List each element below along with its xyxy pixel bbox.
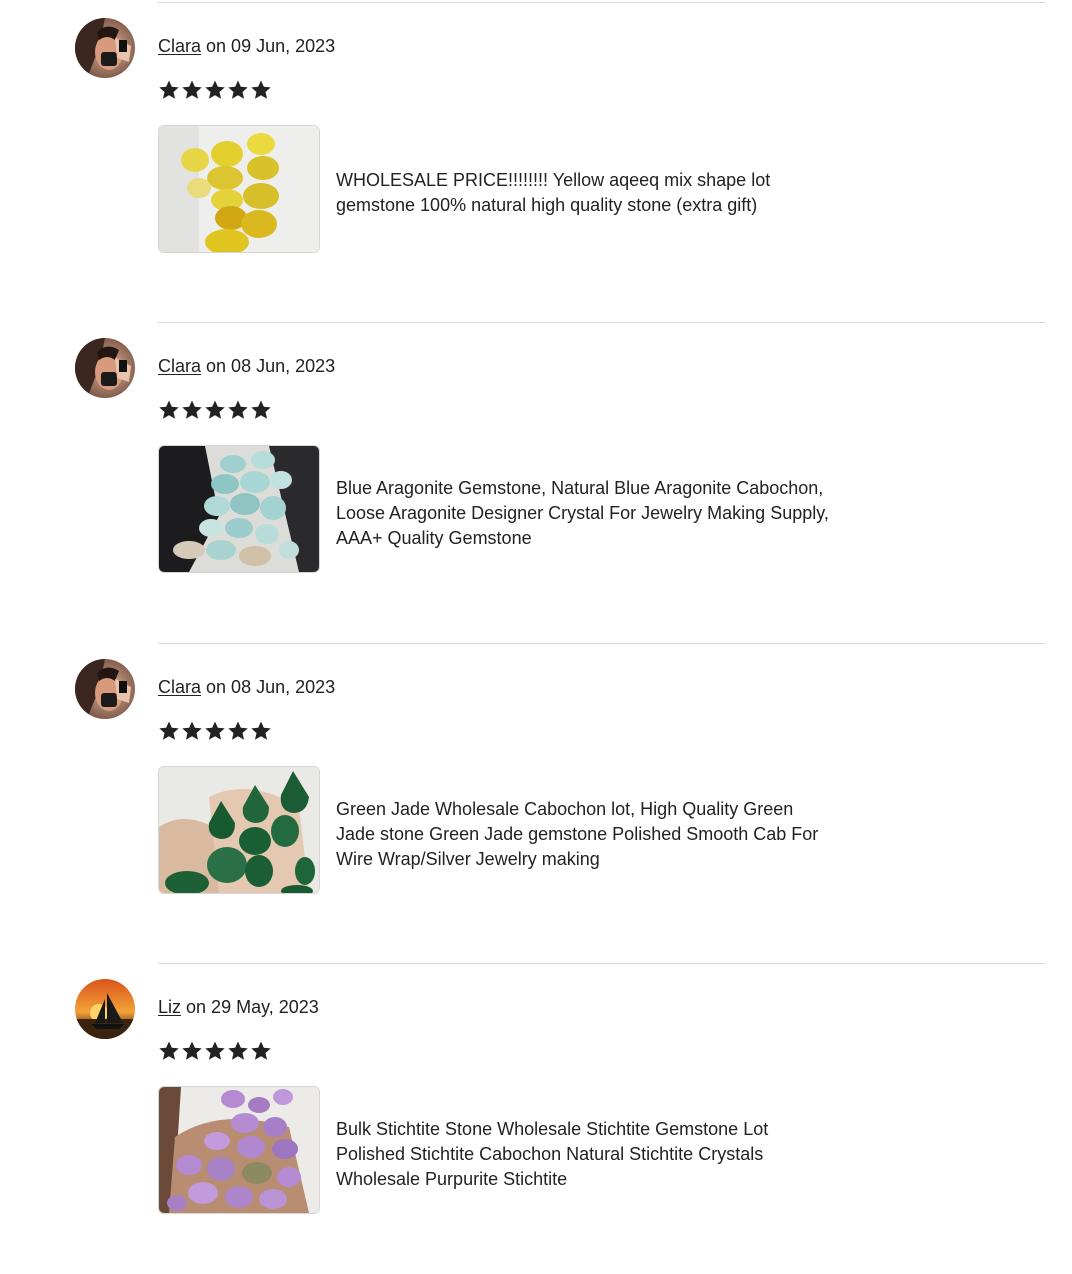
star-icon (250, 716, 272, 746)
review-date: on 08 Jun, 2023 (206, 356, 336, 376)
review-meta: Clara on 08 Jun, 2023 (158, 354, 335, 378)
star-icon (181, 395, 203, 425)
product-title-link[interactable]: WHOLESALE PRICE!!!!!!!! Yellow aqeeq mix… (336, 168, 836, 218)
reviewer-photo-clara-icon (75, 659, 135, 719)
product-thumbnail[interactable] (158, 125, 320, 253)
star-rating (158, 716, 272, 746)
product-thumbnail[interactable] (158, 445, 320, 573)
star-icon (227, 1036, 249, 1066)
star-rating (158, 75, 272, 105)
star-icon (158, 75, 180, 105)
reviewer-photo-clara-icon (75, 338, 135, 398)
star-icon (204, 1036, 226, 1066)
star-icon (158, 1036, 180, 1066)
star-icon (250, 1036, 272, 1066)
review-item: Clara on 08 Jun, 2023 Blue Aragonite Gem… (0, 322, 1072, 643)
star-icon (204, 75, 226, 105)
star-icon (204, 395, 226, 425)
star-icon (158, 395, 180, 425)
review-meta: Liz on 29 May, 2023 (158, 995, 319, 1019)
star-icon (227, 395, 249, 425)
reviewer-avatar[interactable] (75, 979, 135, 1039)
purple-stichtite-stones-photo-icon (159, 1087, 319, 1213)
product-title-link[interactable]: Green Jade Wholesale Cabochon lot, High … (336, 797, 836, 872)
review-date: on 08 Jun, 2023 (206, 677, 336, 697)
review-divider (158, 963, 1045, 964)
star-icon (181, 1036, 203, 1066)
star-icon (181, 75, 203, 105)
sunset-sailboat-avatar-icon (75, 979, 135, 1039)
review-divider (158, 322, 1045, 323)
star-icon (204, 716, 226, 746)
reviewer-name-link[interactable]: Clara (158, 356, 201, 376)
reviewer-name-link[interactable]: Liz (158, 997, 181, 1017)
product-thumbnail[interactable] (158, 1086, 320, 1214)
star-icon (227, 75, 249, 105)
review-meta: Clara on 08 Jun, 2023 (158, 675, 335, 699)
star-icon (250, 75, 272, 105)
review-item: Clara on 09 Jun, 2023 WHOLESALE PRICE!!!… (0, 2, 1072, 323)
reviewer-avatar[interactable] (75, 659, 135, 719)
review-date: on 29 May, 2023 (186, 997, 319, 1017)
review-item: Clara on 08 Jun, 2023 Green Jade Wholesa… (0, 643, 1072, 964)
review-meta: Clara on 09 Jun, 2023 (158, 34, 335, 58)
star-rating (158, 1036, 272, 1066)
reviewer-name-link[interactable]: Clara (158, 36, 201, 56)
reviewer-avatar[interactable] (75, 18, 135, 78)
reviewer-photo-clara-icon (75, 18, 135, 78)
blue-aragonite-gemstones-photo-icon (159, 446, 319, 572)
review-divider (158, 643, 1045, 644)
review-item: Liz on 29 May, 2023 Bulk Stichtite Stone… (0, 963, 1072, 1274)
green-jade-cabochons-photo-icon (159, 767, 319, 893)
product-title-link[interactable]: Blue Aragonite Gemstone, Natural Blue Ar… (336, 476, 836, 551)
star-icon (227, 716, 249, 746)
review-date: on 09 Jun, 2023 (206, 36, 336, 56)
review-divider (158, 2, 1045, 3)
star-icon (181, 716, 203, 746)
yellow-aqeeq-gemstones-photo-icon (159, 126, 319, 252)
star-icon (158, 716, 180, 746)
reviewer-name-link[interactable]: Clara (158, 677, 201, 697)
product-title-link[interactable]: Bulk Stichtite Stone Wholesale Stichtite… (336, 1117, 836, 1192)
star-rating (158, 395, 272, 425)
star-icon (250, 395, 272, 425)
reviewer-avatar[interactable] (75, 338, 135, 398)
product-thumbnail[interactable] (158, 766, 320, 894)
